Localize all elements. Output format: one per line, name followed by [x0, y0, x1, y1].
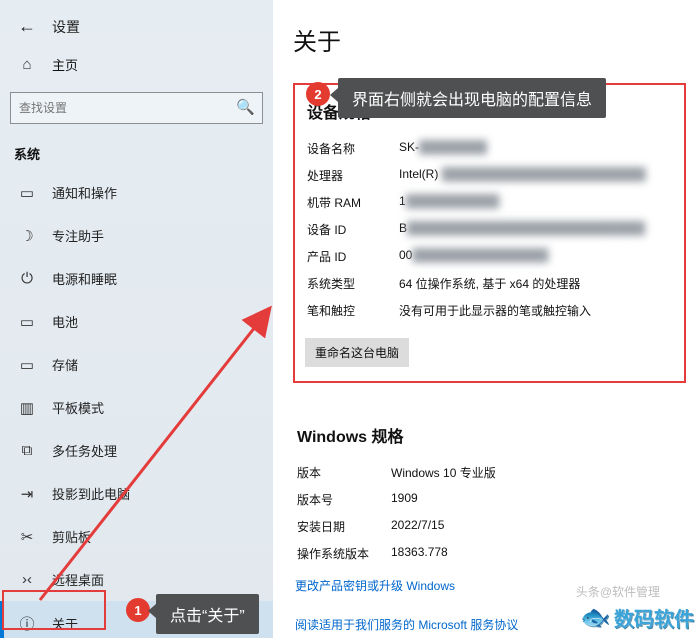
sidebar-item-label: 电池: [52, 312, 78, 331]
window-title: 设置: [52, 17, 80, 37]
home-label: 主页: [52, 55, 78, 74]
sidebar-item-storage[interactable]: ▭ 存储: [0, 343, 273, 386]
search-input[interactable]: [10, 92, 263, 124]
sidebar-item-label: 远程桌面: [52, 570, 104, 589]
annotation-callout-2: 界面右侧就会出现电脑的配置信息: [338, 78, 606, 118]
sidebar-item-label: 多任务处理: [52, 441, 117, 460]
home-icon: ⌂: [18, 56, 36, 73]
sidebar-item-label: 存储: [52, 355, 78, 374]
row-install-date: 安装日期2022/7/15: [295, 513, 692, 540]
project-icon: ⇥: [18, 485, 36, 503]
sidebar-item-focus[interactable]: ☽ 专注助手: [0, 214, 273, 257]
annotation-about-box: [2, 590, 106, 630]
multitask-icon: ⧉: [18, 442, 36, 459]
sidebar-item-label: 剪贴板: [52, 527, 91, 546]
sidebar-item-label: 投影到此电脑: [52, 484, 130, 503]
sidebar: ← 设置 ⌂ 主页 🔍 系统 ▭ 通知和操作 ☽ 专注助手 ⏻ 电源和睡眠: [0, 0, 273, 638]
sidebar-item-battery[interactable]: ▭ 电池: [0, 300, 273, 343]
sidebar-item-home[interactable]: ⌂ 主页: [0, 43, 273, 86]
moon-icon: ☽: [18, 227, 36, 245]
row-cpu: 处理器Intel(R) ████████████████████████: [305, 162, 676, 189]
row-device-id: 设备 IDB████████████████████████████: [305, 216, 676, 243]
row-os-build: 操作系统版本18363.778: [295, 540, 692, 567]
battery-icon: ▭: [18, 313, 36, 331]
sidebar-item-notifications[interactable]: ▭ 通知和操作: [0, 171, 273, 214]
windows-spec-heading: Windows 规格: [297, 423, 692, 447]
sidebar-item-label: 专注助手: [52, 226, 104, 245]
sidebar-item-power[interactable]: ⏻ 电源和睡眠: [0, 257, 273, 300]
sidebar-item-multitask[interactable]: ⧉ 多任务处理: [0, 429, 273, 472]
sidebar-item-clipboard[interactable]: ✂ 剪贴板: [0, 515, 273, 558]
device-spec-table: 设备名称SK-████████ 处理器Intel(R) ████████████…: [305, 135, 676, 324]
back-icon[interactable]: ←: [18, 16, 36, 37]
search-icon[interactable]: 🔍: [236, 98, 255, 116]
row-system-type: 系统类型64 位操作系统, 基于 x64 的处理器: [305, 270, 676, 297]
sidebar-item-project[interactable]: ⇥ 投影到此电脑: [0, 472, 273, 515]
sidebar-item-tablet[interactable]: ▥ 平板模式: [0, 386, 273, 429]
windows-spec-table: 版本Windows 10 专业版 版本号1909 安装日期2022/7/15 操…: [295, 459, 692, 567]
row-version: 版本号1909: [295, 486, 692, 513]
row-edition: 版本Windows 10 专业版: [295, 459, 692, 486]
fish-icon: 🐟: [580, 603, 610, 632]
storage-icon: ▭: [18, 356, 36, 374]
search-container: 🔍: [10, 92, 263, 124]
sidebar-item-label: 通知和操作: [52, 183, 117, 202]
rename-pc-button[interactable]: 重命名这台电脑: [305, 338, 409, 367]
annotation-badge-2: 2: [306, 82, 330, 106]
brand-watermark: 🐟 数码软件: [580, 603, 694, 632]
faint-watermark: 头条@软件管理: [576, 583, 660, 600]
annotation-callout-1: 点击“关于”: [156, 594, 259, 634]
remote-icon: ›‹: [18, 571, 36, 588]
row-pen-touch: 笔和触控没有可用于此显示器的笔或触控输入: [305, 297, 676, 324]
title-bar: ← 设置: [0, 10, 273, 43]
section-label-system: 系统: [0, 132, 273, 171]
notification-icon: ▭: [18, 184, 36, 202]
nav-list: ▭ 通知和操作 ☽ 专注助手 ⏻ 电源和睡眠 ▭ 电池 ▭ 存储 ▥ 平板模式: [0, 171, 273, 638]
row-ram: 机带 RAM1███████████: [305, 189, 676, 216]
power-icon: ⏻: [18, 270, 36, 287]
sidebar-item-label: 平板模式: [52, 398, 104, 417]
clipboard-icon: ✂: [18, 528, 36, 546]
tablet-icon: ▥: [18, 399, 36, 417]
page-title: 关于: [293, 22, 692, 57]
row-product-id: 产品 ID00████████████████: [305, 243, 676, 270]
annotation-badge-1: 1: [126, 598, 150, 622]
sidebar-item-label: 电源和睡眠: [52, 269, 117, 288]
row-device-name: 设备名称SK-████████: [305, 135, 676, 162]
device-spec-box: 设备规格 设备名称SK-████████ 处理器Intel(R) ███████…: [293, 83, 686, 383]
